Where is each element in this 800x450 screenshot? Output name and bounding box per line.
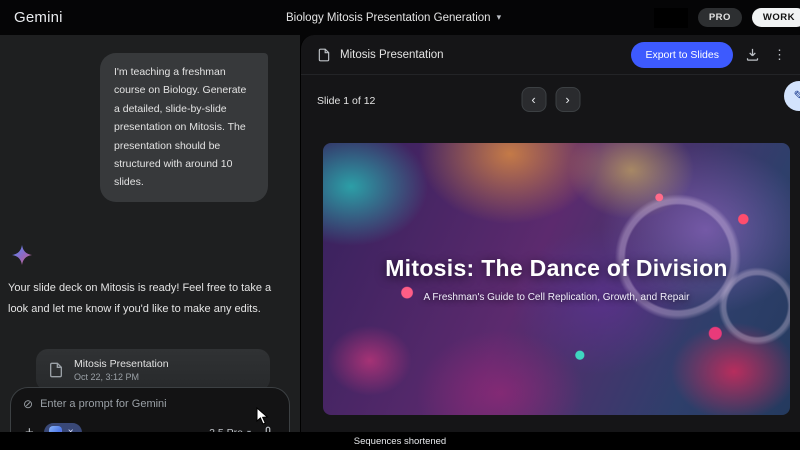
attachment-title: Mitosis Presentation [74, 358, 169, 370]
download-button[interactable] [742, 45, 762, 65]
previous-slide-button[interactable]: ‹ [521, 87, 546, 112]
slide-subtitle: A Freshman's Guide to Cell Replication, … [424, 292, 690, 303]
chat-panel: I'm teaching a freshman course on Biolog… [0, 35, 300, 432]
work-button[interactable]: WORK [752, 8, 800, 27]
canvas-panel: Mitosis Presentation Export to Slides ⋮ … [300, 35, 800, 432]
prompt-input[interactable] [40, 398, 277, 410]
mouse-cursor [256, 407, 270, 425]
slide-preview[interactable]: Mitosis: The Dance of Division A Freshma… [323, 143, 790, 415]
document-icon [317, 48, 331, 62]
document-icon [48, 362, 64, 378]
pencil-icon: ✎ [794, 88, 800, 104]
slide-counter: Slide 1 of 12 [317, 95, 375, 107]
attachment-timestamp: Oct 22, 3:12 PM [74, 372, 169, 382]
more-options-button[interactable]: ⋮ [771, 47, 788, 63]
slide-nav: ‹ › [521, 87, 580, 112]
edit-slide-button[interactable]: ✎ [784, 81, 800, 111]
download-icon [745, 47, 760, 62]
gemini-app: Gemini Biology Mitosis Presentation Gene… [0, 0, 800, 450]
avatar[interactable] [654, 8, 688, 28]
gemini-logo: Gemini [14, 9, 63, 26]
export-to-slides-button[interactable]: Export to Slides [631, 42, 733, 68]
top-bar: Gemini Biology Mitosis Presentation Gene… [0, 0, 800, 35]
attachment-text: Mitosis Presentation Oct 22, 3:12 PM [74, 358, 169, 382]
prompt-row: ⊘ [23, 397, 277, 411]
presentation-attachment-card[interactable]: Mitosis Presentation Oct 22, 3:12 PM [36, 349, 270, 391]
gemini-sparkle-icon [12, 245, 32, 265]
pro-badge: PRO [698, 8, 742, 27]
footer-note: Sequences shortened [354, 436, 446, 447]
footer-strip: Sequences shortened [0, 432, 800, 450]
canvas-header: Mitosis Presentation Export to Slides ⋮ [301, 35, 800, 75]
chevron-right-icon: › [565, 93, 569, 106]
topbar-right-group: PRO WORK [654, 0, 800, 35]
chevron-down-icon: ▾ [497, 12, 502, 23]
slash-circle-icon: ⊘ [23, 397, 33, 411]
model-response-text: Your slide deck on Mitosis is ready! Fee… [8, 278, 294, 320]
slide-title: Mitosis: The Dance of Division [385, 255, 728, 282]
conversation-title: Biology Mitosis Presentation Generation [286, 12, 491, 24]
user-message-bubble: I'm teaching a freshman course on Biolog… [100, 53, 268, 202]
conversation-title-dropdown[interactable]: Biology Mitosis Presentation Generation … [286, 0, 501, 35]
canvas-doc-title: Mitosis Presentation [340, 49, 622, 61]
next-slide-button[interactable]: › [555, 87, 580, 112]
chevron-left-icon: ‹ [531, 93, 535, 106]
slide-toolbar: Slide 1 of 12 ‹ › ✎ [301, 83, 800, 127]
